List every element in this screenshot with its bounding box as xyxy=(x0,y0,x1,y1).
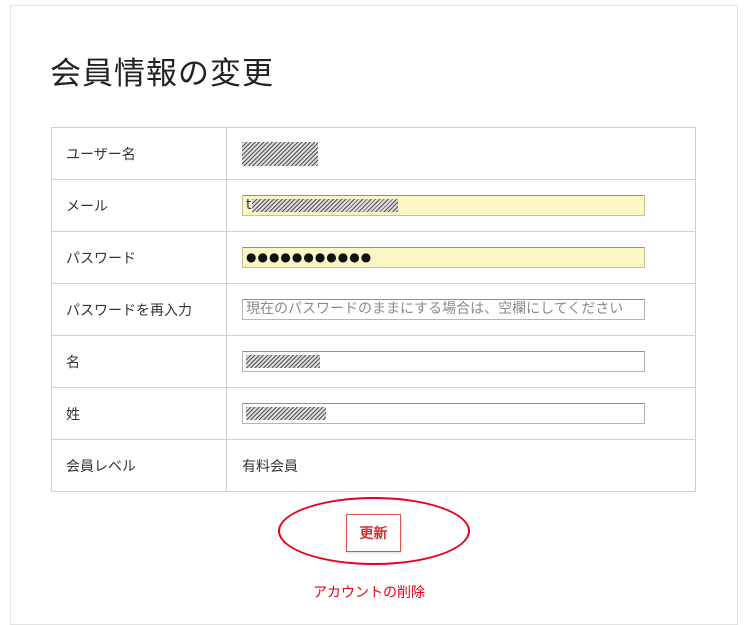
table-row: メール t xyxy=(51,179,696,232)
membership-level-value: 有料会員 xyxy=(226,439,696,492)
membership-level-label: 会員レベル xyxy=(51,439,227,492)
last-name-field[interactable] xyxy=(242,403,645,424)
delete-account-link[interactable]: アカウントの削除 xyxy=(313,582,425,602)
username-value xyxy=(226,127,696,180)
table-row: パスワードを再入力 現在のパスワードのままにする場合は、空欄にしてください xyxy=(51,283,696,336)
redacted-last-name xyxy=(246,406,326,420)
table-row: パスワード ●●●●●●●●●●● xyxy=(51,231,696,284)
redacted-username xyxy=(242,141,318,166)
table-row: ユーザー名 xyxy=(51,127,696,180)
update-button[interactable]: 更新 xyxy=(346,514,401,552)
email-label: メール xyxy=(51,179,227,232)
member-info-table: ユーザー名 メール t パスワード ●●●●●●●●●●● パスワードを再入力 … xyxy=(51,127,696,492)
table-row: 名 xyxy=(51,335,696,388)
password-mask: ●●●●●●●●●●● xyxy=(246,250,373,264)
table-row: 姓 xyxy=(51,387,696,440)
table-row: 会員レベル 有料会員 xyxy=(51,439,696,492)
password-confirm-placeholder: 現在のパスワードのままにする場合は、空欄にしてください xyxy=(246,301,624,317)
redacted-first-name xyxy=(246,354,320,368)
password-label: パスワード xyxy=(51,231,227,284)
first-name-field[interactable] xyxy=(242,351,645,372)
email-field[interactable]: t xyxy=(242,195,645,216)
username-label: ユーザー名 xyxy=(51,127,227,180)
redacted-email xyxy=(251,198,398,212)
last-name-label: 姓 xyxy=(51,387,227,440)
page-title: 会員情報の変更 xyxy=(50,56,274,92)
password-confirm-label: パスワードを再入力 xyxy=(51,283,227,336)
first-name-label: 名 xyxy=(51,335,227,388)
password-field[interactable]: ●●●●●●●●●●● xyxy=(242,247,645,268)
password-confirm-field[interactable]: 現在のパスワードのままにする場合は、空欄にしてください xyxy=(242,299,645,320)
